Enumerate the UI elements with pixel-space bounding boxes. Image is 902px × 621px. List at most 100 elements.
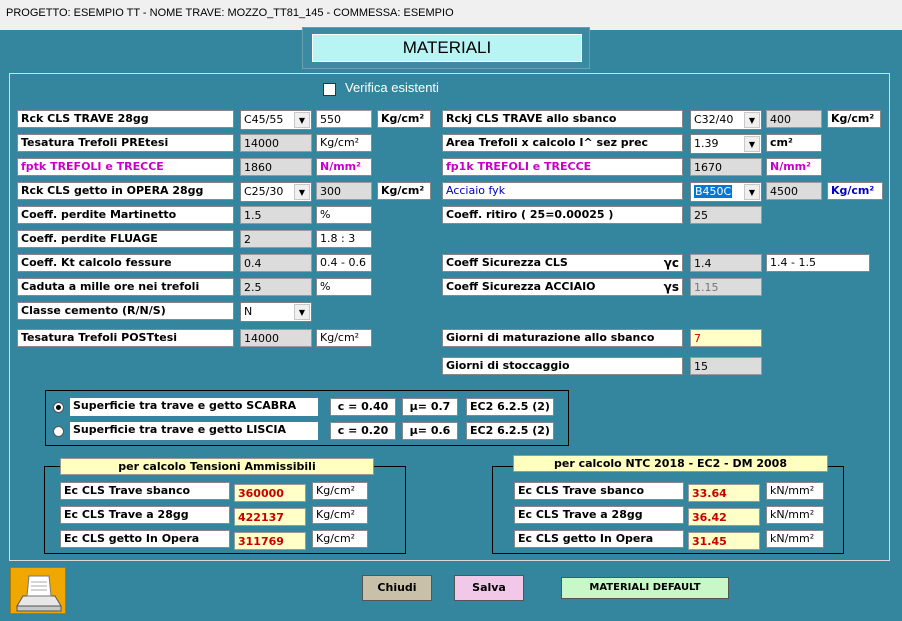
classe-cemento-label: Classe cemento (R/N/S) — [17, 302, 234, 320]
project-title: PROGETTO: ESEMPIO TT - NOME TRAVE: MOZZO… — [6, 7, 454, 19]
tesatura-post-value[interactable]: 14000 — [240, 329, 312, 347]
area-trefoli-unit: cm² — [766, 134, 822, 152]
acciaio-fyk-label: Acciaio fyk — [442, 182, 683, 200]
fptk-unit: N/mm² — [316, 158, 372, 176]
rck-trave-value[interactable]: 550 — [316, 110, 372, 128]
sicurezza-acciaio-value: 1.15 — [690, 278, 762, 296]
fp1k-label: fp1k TREFOLI e TRECCE — [442, 158, 683, 176]
window-title: MATERIALI — [312, 34, 582, 62]
tensioni-28gg-label: Ec CLS Trave a 28gg — [60, 506, 230, 524]
perdite-martinetto-label: Coeff. perdite Martinetto — [17, 206, 234, 224]
scabra-radio[interactable] — [53, 402, 64, 413]
chevron-down-icon[interactable]: ▼ — [744, 136, 760, 152]
scabra-ref: EC2 6.2.5 (2) — [466, 398, 554, 416]
stoccaggio-value[interactable]: 15 — [690, 357, 762, 375]
rckj-class-select[interactable]: C32/40 ▼ — [690, 110, 762, 130]
print-button[interactable] — [10, 567, 66, 614]
scabra-label: Superficie tra trave e getto SCABRA — [70, 398, 318, 416]
maturazione-value[interactable]: 7 — [690, 329, 762, 347]
ntc-opera-unit: kN/mm² — [766, 530, 824, 548]
chevron-down-icon[interactable]: ▼ — [294, 184, 310, 200]
perdite-martinetto-value[interactable]: 1.5 — [240, 206, 312, 224]
liscia-c: c = 0.20 — [330, 422, 396, 440]
chevron-down-icon[interactable]: ▼ — [744, 184, 760, 200]
gamma-s-symbol: γs — [663, 280, 679, 294]
rckj-value[interactable]: 400 — [766, 110, 822, 128]
tensioni-sbanco-value[interactable]: 360000 — [234, 484, 306, 502]
tensioni-sbanco-label: Ec CLS Trave sbanco — [60, 482, 230, 500]
ritiro-value[interactable]: 25 — [690, 206, 762, 224]
ntc-opera-value[interactable]: 31.45 — [688, 532, 760, 550]
ntc-sbanco-unit: kN/mm² — [766, 482, 824, 500]
ntc-title: per calcolo NTC 2018 - EC2 - DM 2008 — [513, 455, 828, 472]
materiali-default-button[interactable]: MATERIALI DEFAULT — [561, 577, 729, 599]
stoccaggio-label: Giorni di stoccaggio — [442, 357, 683, 375]
tesatura-post-label: Tesatura Trefoli POSTtesi — [17, 329, 234, 347]
rck-trave-class-select[interactable]: C45/55 ▼ — [240, 110, 312, 130]
gamma-c-symbol: γc — [663, 256, 679, 270]
maturazione-label: Giorni di maturazione allo sbanco — [442, 329, 683, 347]
verifica-checkbox[interactable] — [323, 83, 336, 96]
rck-opera-label: Rck CLS getto in OPERA 28gg — [17, 182, 234, 200]
perdite-fluage-range: 1.8 : 3 — [316, 230, 372, 248]
perdite-martinetto-unit: % — [316, 206, 372, 224]
liscia-label: Superficie tra trave e getto LISCIA — [70, 422, 318, 440]
acciaio-unit: Kg/cm² — [827, 182, 883, 200]
ntc-28gg-value[interactable]: 36.42 — [688, 508, 760, 526]
classe-cemento-select[interactable]: N ▼ — [240, 302, 312, 322]
acciaio-class-select[interactable]: B450C ▼ — [690, 182, 762, 202]
liscia-mu: μ= 0.6 — [402, 422, 458, 440]
rck-trave-label: Rck CLS TRAVE 28gg — [17, 110, 234, 128]
liscia-radio[interactable] — [53, 426, 64, 437]
rckj-label: Rckj CLS TRAVE allo sbanco — [442, 110, 683, 128]
caduta-label: Caduta a mille ore nei trefoli — [17, 278, 234, 296]
chiudi-button[interactable]: Chiudi — [362, 575, 432, 601]
chevron-down-icon[interactable]: ▼ — [294, 304, 310, 320]
ntc-sbanco-value[interactable]: 33.64 — [688, 484, 760, 502]
tensioni-opera-value[interactable]: 311769 — [234, 532, 306, 550]
area-trefoli-select[interactable]: 1.39 ▼ — [690, 134, 762, 154]
ntc-28gg-label: Ec CLS Trave a 28gg — [514, 506, 684, 524]
tesatura-pre-unit: Kg/cm² — [316, 134, 372, 152]
chevron-down-icon[interactable]: ▼ — [744, 112, 760, 128]
sicurezza-cls-value[interactable]: 1.4 — [690, 254, 762, 272]
fptk-label: fptk TREFOLI e TRECCE — [17, 158, 234, 176]
ritiro-label: Coeff. ritiro ( 25=0.00025 ) — [442, 206, 683, 224]
sicurezza-cls-range: 1.4 - 1.5 — [766, 254, 870, 272]
fptk-value[interactable]: 1860 — [240, 158, 312, 176]
verifica-label: Verifica esistenti — [345, 80, 439, 95]
acciaio-value[interactable]: 4500 — [766, 182, 822, 200]
sicurezza-acciaio-label: Coeff Sicurezza ACCIAIO γs — [442, 278, 683, 296]
fp1k-unit: N/mm² — [766, 158, 822, 176]
project-bar: PROGETTO: ESEMPIO TT - NOME TRAVE: MOZZO… — [0, 0, 902, 30]
caduta-value[interactable]: 2.5 — [240, 278, 312, 296]
rck-opera-unit: Kg/cm² — [377, 182, 431, 200]
salva-button[interactable]: Salva — [454, 575, 524, 601]
kt-value[interactable]: 0.4 — [240, 254, 312, 272]
ntc-sbanco-label: Ec CLS Trave sbanco — [514, 482, 684, 500]
chevron-down-icon[interactable]: ▼ — [294, 112, 310, 128]
liscia-ref: EC2 6.2.5 (2) — [466, 422, 554, 440]
fp1k-value[interactable]: 1670 — [690, 158, 762, 176]
tensioni-28gg-unit: Kg/cm² — [312, 506, 368, 524]
scabra-mu: μ= 0.7 — [402, 398, 458, 416]
printer-icon — [16, 575, 62, 612]
rck-opera-class-select[interactable]: C25/30 ▼ — [240, 182, 312, 202]
caduta-unit: % — [316, 278, 372, 296]
perdite-fluage-value[interactable]: 2 — [240, 230, 312, 248]
ntc-28gg-unit: kN/mm² — [766, 506, 824, 524]
tensioni-28gg-value[interactable]: 422137 — [234, 508, 306, 526]
tensioni-title: per calcolo Tensioni Ammissibili — [60, 458, 374, 475]
tensioni-opera-label: Ec CLS getto In Opera — [60, 530, 230, 548]
tensioni-opera-unit: Kg/cm² — [312, 530, 368, 548]
tesatura-pre-value[interactable]: 14000 — [240, 134, 312, 152]
rck-opera-value[interactable]: 300 — [316, 182, 372, 200]
kt-range: 0.4 - 0.6 — [316, 254, 372, 272]
rckj-unit: Kg/cm² — [827, 110, 881, 128]
tesatura-pre-label: Tesatura Trefoli PREtesi — [17, 134, 234, 152]
scabra-c: c = 0.40 — [330, 398, 396, 416]
ntc-opera-label: Ec CLS getto In Opera — [514, 530, 684, 548]
sicurezza-cls-label: Coeff Sicurezza CLS γc — [442, 254, 683, 272]
tensioni-sbanco-unit: Kg/cm² — [312, 482, 368, 500]
kt-label: Coeff. Kt calcolo fessure — [17, 254, 234, 272]
